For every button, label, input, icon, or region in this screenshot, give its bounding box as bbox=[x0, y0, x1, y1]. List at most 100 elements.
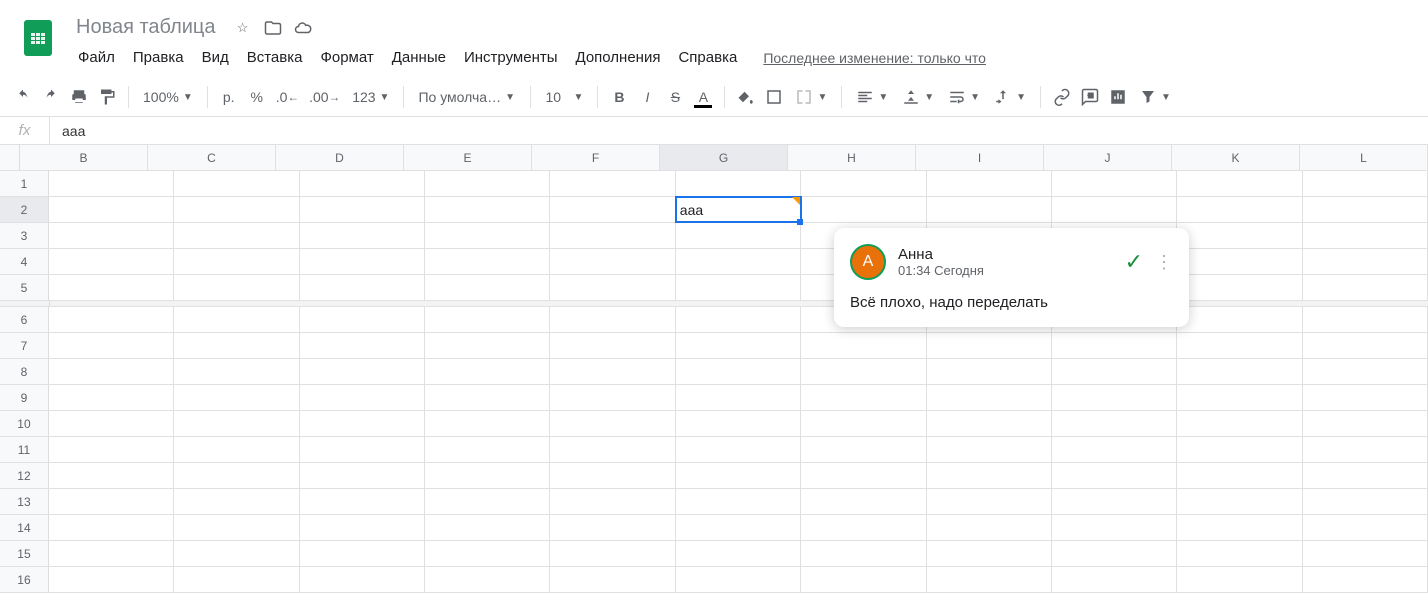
column-header[interactable]: C bbox=[148, 145, 276, 170]
row-header[interactable]: 13 bbox=[0, 489, 49, 514]
app-logo[interactable] bbox=[16, 16, 60, 60]
print-button[interactable] bbox=[66, 84, 92, 110]
cell[interactable] bbox=[1177, 437, 1302, 462]
cell[interactable] bbox=[1177, 411, 1302, 436]
cell[interactable] bbox=[676, 411, 801, 436]
cloud-icon[interactable] bbox=[292, 17, 314, 39]
cell[interactable] bbox=[174, 411, 299, 436]
cell[interactable] bbox=[1052, 411, 1177, 436]
cell[interactable] bbox=[300, 197, 425, 222]
cell[interactable] bbox=[550, 197, 675, 222]
cell[interactable] bbox=[1177, 307, 1302, 332]
strikethrough-button[interactable]: S bbox=[662, 84, 688, 110]
cell[interactable] bbox=[550, 307, 675, 332]
cell[interactable] bbox=[1052, 515, 1177, 540]
cell[interactable] bbox=[425, 515, 550, 540]
cell[interactable] bbox=[1177, 249, 1302, 274]
cell[interactable] bbox=[676, 385, 801, 410]
horizontal-align-button[interactable]: ▼ bbox=[850, 84, 894, 110]
doc-title[interactable]: Новая таблица bbox=[70, 14, 222, 41]
cell[interactable] bbox=[1303, 197, 1428, 222]
row-header[interactable]: 6 bbox=[0, 307, 49, 332]
resolve-comment-icon[interactable]: ✓ bbox=[1125, 249, 1143, 275]
cell[interactable] bbox=[927, 515, 1052, 540]
cell[interactable] bbox=[801, 541, 926, 566]
menu-tools[interactable]: Инструменты bbox=[456, 45, 566, 70]
cell[interactable] bbox=[49, 541, 174, 566]
cell[interactable] bbox=[676, 333, 801, 358]
row-header[interactable]: 16 bbox=[0, 567, 49, 592]
cell[interactable] bbox=[49, 197, 174, 222]
cell[interactable] bbox=[425, 489, 550, 514]
row-header[interactable]: 7 bbox=[0, 333, 49, 358]
cell[interactable] bbox=[550, 437, 675, 462]
cell[interactable] bbox=[1303, 223, 1428, 248]
cell[interactable] bbox=[550, 385, 675, 410]
cell[interactable] bbox=[1303, 171, 1428, 196]
cell[interactable] bbox=[927, 489, 1052, 514]
cell[interactable] bbox=[425, 541, 550, 566]
column-header[interactable]: F bbox=[532, 145, 660, 170]
cell[interactable] bbox=[49, 411, 174, 436]
cell[interactable] bbox=[49, 515, 174, 540]
cell[interactable] bbox=[174, 249, 299, 274]
cell[interactable] bbox=[300, 307, 425, 332]
borders-button[interactable] bbox=[761, 84, 787, 110]
cell[interactable] bbox=[49, 463, 174, 488]
cell[interactable] bbox=[801, 333, 926, 358]
cell[interactable] bbox=[550, 333, 675, 358]
cell[interactable] bbox=[550, 541, 675, 566]
currency-button[interactable]: р. bbox=[216, 84, 242, 110]
row-header[interactable]: 5 bbox=[0, 275, 49, 300]
cell[interactable] bbox=[49, 223, 174, 248]
cell[interactable] bbox=[1303, 249, 1428, 274]
cell[interactable] bbox=[49, 249, 174, 274]
fill-color-button[interactable] bbox=[733, 84, 759, 110]
cell[interactable] bbox=[927, 333, 1052, 358]
cell[interactable] bbox=[1303, 489, 1428, 514]
cell[interactable] bbox=[801, 359, 926, 384]
cell[interactable] bbox=[801, 567, 926, 592]
cell[interactable] bbox=[927, 359, 1052, 384]
cell[interactable] bbox=[1052, 385, 1177, 410]
cell[interactable] bbox=[1177, 333, 1302, 358]
cell[interactable] bbox=[550, 249, 675, 274]
cell[interactable] bbox=[676, 567, 801, 592]
cell[interactable] bbox=[550, 171, 675, 196]
select-all-corner[interactable] bbox=[0, 145, 20, 170]
row-header[interactable]: 2 bbox=[0, 197, 49, 222]
merge-cells-button[interactable]: ▼ bbox=[789, 84, 833, 110]
cell[interactable] bbox=[300, 463, 425, 488]
cell[interactable] bbox=[676, 223, 801, 248]
cell[interactable] bbox=[550, 489, 675, 514]
cell[interactable] bbox=[1052, 489, 1177, 514]
cell[interactable] bbox=[550, 567, 675, 592]
column-header[interactable]: D bbox=[276, 145, 404, 170]
redo-button[interactable] bbox=[38, 84, 64, 110]
cell[interactable] bbox=[1052, 171, 1177, 196]
bold-button[interactable]: B bbox=[606, 84, 632, 110]
star-icon[interactable]: ☆ bbox=[232, 17, 254, 39]
more-options-icon[interactable]: ⋮ bbox=[1155, 252, 1173, 273]
cell[interactable] bbox=[927, 197, 1052, 222]
cell[interactable] bbox=[49, 567, 174, 592]
cell[interactable] bbox=[676, 359, 801, 384]
cell[interactable] bbox=[927, 437, 1052, 462]
italic-button[interactable]: I bbox=[634, 84, 660, 110]
cell[interactable] bbox=[676, 249, 801, 274]
cell[interactable] bbox=[174, 223, 299, 248]
menu-insert[interactable]: Вставка bbox=[239, 45, 311, 70]
cell[interactable] bbox=[425, 463, 550, 488]
cell[interactable] bbox=[1303, 541, 1428, 566]
cell[interactable] bbox=[1303, 359, 1428, 384]
cell[interactable] bbox=[801, 515, 926, 540]
cell[interactable] bbox=[1303, 437, 1428, 462]
column-header[interactable]: G bbox=[660, 145, 788, 170]
cell[interactable] bbox=[1177, 197, 1302, 222]
cell[interactable] bbox=[1177, 359, 1302, 384]
cell[interactable] bbox=[550, 275, 675, 300]
cell[interactable] bbox=[425, 249, 550, 274]
insert-link-button[interactable] bbox=[1049, 84, 1075, 110]
cell[interactable] bbox=[174, 275, 299, 300]
insert-chart-button[interactable] bbox=[1105, 84, 1131, 110]
